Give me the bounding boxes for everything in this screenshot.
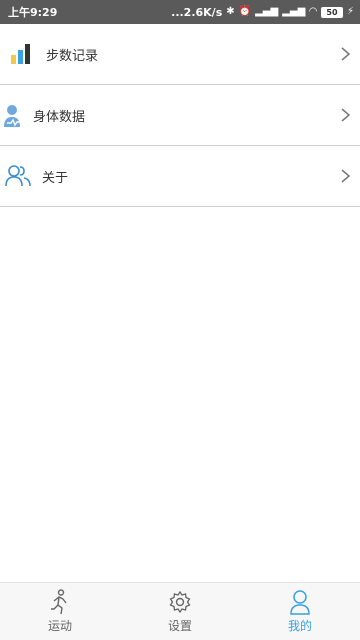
charging-icon: ⚡ [346, 6, 354, 17]
tab-sport[interactable]: 运动 [0, 583, 120, 640]
network-speed: ...2.6K/s [171, 5, 223, 19]
people-icon [5, 165, 31, 187]
chevron-right-icon [341, 47, 351, 61]
menu-item-step-records[interactable]: 步数记录 [0, 24, 360, 85]
signal-icon-2: ▂▄▆ [282, 6, 306, 17]
menu-item-label: 身体数据 [33, 109, 86, 125]
chevron-right-icon [341, 169, 351, 183]
profile-menu: 步数记录 身体数据 关于 [0, 24, 360, 207]
running-icon [51, 589, 67, 615]
chevron-right-icon [341, 108, 351, 122]
status-time: 上午9:29 [8, 6, 58, 19]
bottom-tab-bar: 运动 设置 我的 [0, 582, 360, 640]
status-indicators: ...2.6K/s ✱ ⏰ ▂▄▆ ▂▄▆ ◠ 50 ⚡ [171, 6, 354, 19]
person-health-icon [3, 104, 25, 128]
alarm-icon: ⏰ [238, 6, 252, 17]
gear-icon [169, 590, 191, 614]
bar-chart-icon [10, 43, 32, 65]
menu-item-body-data[interactable]: 身体数据 [0, 85, 360, 146]
signal-icon: ▂▄▆ [255, 6, 279, 17]
profile-icon [290, 590, 310, 615]
wifi-icon: ◠ [309, 6, 317, 17]
battery-icon: 50 [320, 6, 343, 18]
tab-label: 我的 [287, 619, 312, 633]
menu-item-about[interactable]: 关于 [0, 146, 360, 207]
tab-mine[interactable]: 我的 [240, 583, 360, 640]
bluetooth-icon: ✱ [226, 6, 235, 17]
menu-item-label: 步数记录 [46, 48, 99, 64]
tab-label: 设置 [167, 619, 192, 633]
menu-item-label: 关于 [42, 170, 69, 186]
tab-label: 运动 [47, 619, 72, 633]
status-bar: 上午9:29 ...2.6K/s ✱ ⏰ ▂▄▆ ▂▄▆ ◠ 50 ⚡ [0, 0, 360, 24]
tab-settings[interactable]: 设置 [120, 583, 240, 640]
